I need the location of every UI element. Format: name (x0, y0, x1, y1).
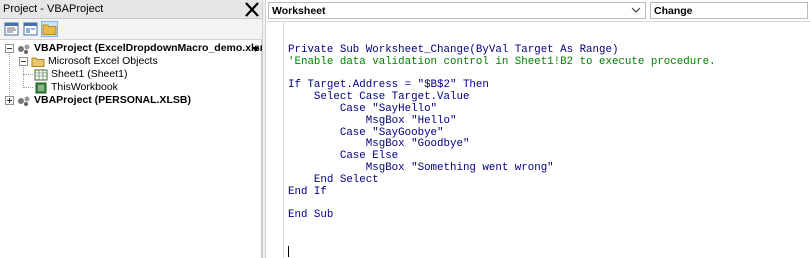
expand-toggle[interactable] (5, 96, 14, 105)
code-statement: End Sub (288, 209, 334, 222)
code-text[interactable]: Private Sub Worksheet_Change(ByVal Targe… (288, 44, 716, 222)
procedure-dropdown[interactable]: Change (650, 2, 808, 19)
code-statement: Case Else (288, 150, 399, 163)
tree-item-thisworkbook[interactable]: ThisWorkbook (34, 81, 118, 94)
code-line[interactable] (288, 198, 716, 210)
tree-connector (23, 74, 33, 75)
code-statement: Select Case Target.Value (288, 91, 470, 104)
code-statement: End Select (288, 173, 379, 186)
code-line[interactable]: End Sub (288, 209, 716, 222)
code-statement: Private Sub Worksheet_Change(ByVal Targe… (288, 44, 619, 56)
tree-item-label: Sheet1 (Sheet1) (51, 68, 128, 80)
folder-icon (31, 56, 45, 68)
tree-item-label: Microsoft Excel Objects (48, 55, 158, 67)
object-dropdown[interactable]: Worksheet (268, 2, 646, 19)
collapse-toggle[interactable] (19, 57, 28, 66)
workbook-icon (34, 82, 48, 94)
code-statement: If Target.Address = "$B$2" Then (288, 79, 489, 92)
collapse-toggle[interactable] (5, 44, 14, 53)
view-code-icon (4, 22, 19, 36)
folder-icon (42, 24, 57, 35)
vba-project-icon (17, 95, 31, 107)
tree-item-label: VBAProject (ExcelDropdownMacro_demo.xlsm… (34, 42, 273, 54)
tree-connector (9, 52, 10, 99)
project-tree: VBAProject (ExcelDropdownMacro_demo.xlsm… (0, 40, 273, 258)
toggle-folders-button[interactable] (41, 21, 58, 37)
chevron-down-icon (631, 7, 641, 13)
vba-project-icon (17, 43, 31, 55)
code-line[interactable]: 'Enable data validation control in Sheet… (288, 55, 716, 69)
code-comment: 'Enable data validation control in Sheet… (288, 55, 716, 68)
code-line[interactable]: End If (288, 185, 716, 199)
tree-connector (23, 65, 24, 88)
text-caret (288, 246, 289, 257)
view-object-icon (23, 22, 38, 36)
procedure-dropdown-value: Change (654, 5, 693, 17)
tree-item-excel-objects[interactable]: Microsoft Excel Objects (31, 55, 158, 68)
tree-item-label: ThisWorkbook (51, 81, 118, 93)
code-window: Worksheet Change Private Sub Worksheet_C… (266, 0, 810, 258)
tree-item-label: VBAProject (PERSONAL.XLSB) (34, 94, 191, 106)
worksheet-icon (34, 69, 48, 81)
view-object-button[interactable] (22, 21, 39, 37)
tree-item-sheet1[interactable]: Sheet1 (Sheet1) (34, 68, 127, 81)
tree-item-vbaproject-demo[interactable]: VBAProject (ExcelDropdownMacro_demo.xlsm… (17, 42, 273, 55)
project-explorer-pane: Project - VBAProject VBAProject (ExcelDr… (0, 0, 273, 258)
code-line[interactable]: End Select (288, 173, 716, 187)
code-editor[interactable]: Private Sub Worksheet_Change(ByVal Targe… (266, 21, 810, 258)
project-explorer-toolbar (0, 19, 262, 52)
code-statement: End If (288, 185, 327, 198)
view-code-button[interactable] (3, 21, 20, 37)
code-statement: MsgBox "Hello" (288, 114, 457, 127)
project-explorer-titlebar[interactable]: Project - VBAProject (0, 0, 262, 19)
tree-item-vbaproject-personal[interactable]: VBAProject (PERSONAL.XLSB) (17, 94, 191, 107)
code-statement: MsgBox "Something went wrong" (288, 161, 554, 174)
object-dropdown-value: Worksheet (272, 5, 326, 17)
tree-connector (23, 87, 33, 88)
code-statement: MsgBox "Goodbye" (288, 138, 470, 151)
code-statement: Case "SayHello" (288, 102, 438, 115)
close-icon[interactable] (244, 1, 260, 18)
project-explorer-title: Project - VBAProject (3, 3, 104, 15)
code-statement: Case "SayGoobye" (288, 126, 444, 139)
code-margin (266, 22, 284, 258)
